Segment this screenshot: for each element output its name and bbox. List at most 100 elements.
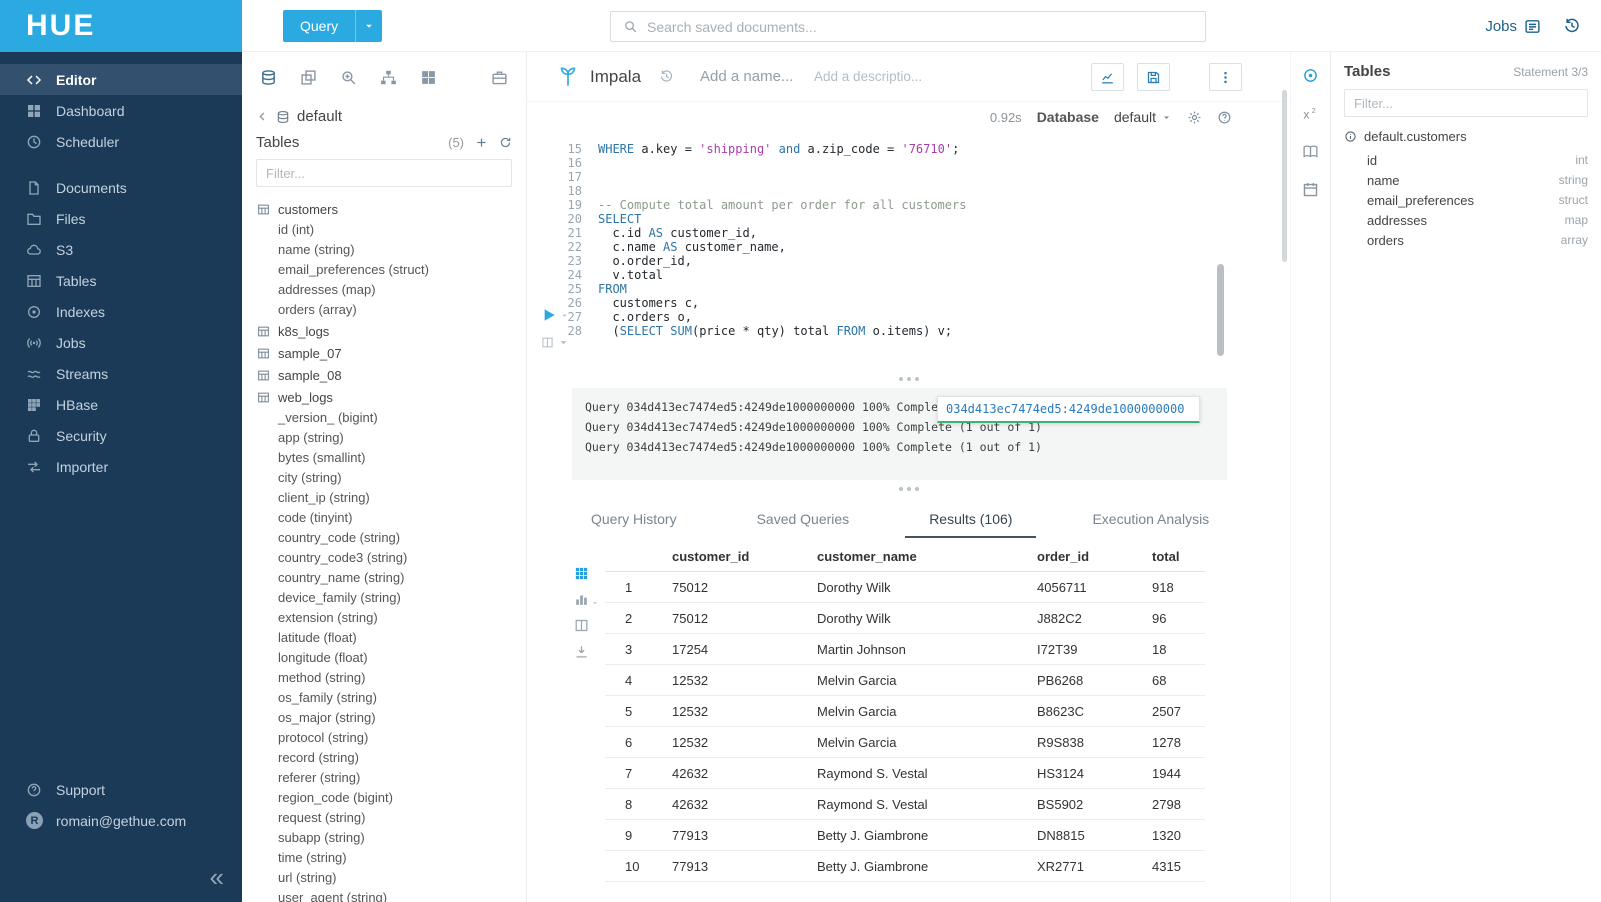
nav-item-security[interactable]: Security: [0, 420, 242, 451]
chart-view-button[interactable]: [574, 592, 599, 607]
assist-table-sample-07[interactable]: sample_07: [257, 342, 526, 364]
explain-format-button[interactable]: [541, 336, 570, 349]
more-actions-button[interactable]: [1209, 63, 1242, 91]
assist-column[interactable]: os_major (string): [257, 708, 526, 728]
right-column-row[interactable]: addressesmap: [1344, 210, 1588, 230]
right-column-row[interactable]: idint: [1344, 150, 1588, 170]
right-filter-input[interactable]: [1344, 89, 1588, 117]
tab-execution-analysis[interactable]: Execution Analysis: [1068, 511, 1233, 538]
results-header-cell[interactable]: order_id: [1025, 549, 1140, 564]
assist-column[interactable]: user_agent (string): [257, 888, 526, 902]
language-reference-icon[interactable]: [1302, 143, 1319, 160]
assist-column[interactable]: app (string): [257, 428, 526, 448]
assist-column[interactable]: orders (array): [257, 300, 526, 320]
nav-item-hbase[interactable]: HBase: [0, 389, 242, 420]
assist-column[interactable]: os_family (string): [257, 688, 526, 708]
assist-column[interactable]: addresses (map): [257, 280, 526, 300]
assist-column[interactable]: country_code3 (string): [257, 548, 526, 568]
assist-table-customers[interactable]: customers: [257, 198, 526, 220]
tab-query-history[interactable]: Query History: [567, 511, 701, 538]
query-description-input[interactable]: [814, 69, 932, 84]
jobs-link[interactable]: Jobs: [1485, 18, 1541, 35]
assist-column[interactable]: time (string): [257, 848, 526, 868]
settings-gear-icon[interactable]: [1187, 110, 1202, 125]
functions-icon[interactable]: x2: [1302, 105, 1319, 122]
query-id-popup[interactable]: 034d413ec7474ed5:4249de1000000000: [937, 396, 1200, 423]
assist-column[interactable]: name (string): [257, 240, 526, 260]
active-table-row[interactable]: default.customers: [1344, 125, 1588, 148]
chevron-left-icon[interactable]: [256, 110, 269, 123]
code-editor[interactable]: 1516171819202122232425262728 WHERE a.key…: [527, 134, 1290, 386]
download-button[interactable]: [574, 644, 599, 659]
briefcase-icon[interactable]: [491, 69, 508, 86]
apps-grid-icon[interactable]: [420, 69, 437, 86]
results-header-cell[interactable]: total: [1140, 549, 1205, 564]
assist-column[interactable]: record (string): [257, 748, 526, 768]
query-history-small-icon[interactable]: [659, 69, 674, 84]
caret-down-icon[interactable]: [560, 311, 569, 320]
assist-column[interactable]: country_code (string): [257, 528, 526, 548]
assist-column[interactable]: id (int): [257, 220, 526, 240]
resize-handle-bottom[interactable]: [527, 484, 1290, 494]
nav-item-files[interactable]: Files: [0, 203, 242, 234]
assist-column[interactable]: protocol (string): [257, 728, 526, 748]
schedule-icon[interactable]: [1302, 181, 1319, 198]
assist-filter-input[interactable]: [256, 159, 512, 187]
nav-item-user[interactable]: R romain@gethue.com: [0, 805, 242, 836]
refresh-icon[interactable]: [499, 136, 512, 149]
columns-view-button[interactable]: [574, 618, 599, 633]
assist-table-k8s-logs[interactable]: k8s_logs: [257, 320, 526, 342]
assist-column[interactable]: code (tinyint): [257, 508, 526, 528]
assist-column[interactable]: region_code (bigint): [257, 788, 526, 808]
assist-column[interactable]: client_ip (string): [257, 488, 526, 508]
assist-column[interactable]: country_name (string): [257, 568, 526, 588]
query-history-icon[interactable]: [1563, 17, 1581, 35]
hue-logo[interactable]: HUE: [0, 0, 242, 52]
new-query-button[interactable]: Query: [283, 10, 382, 42]
search-plus-icon[interactable]: [340, 69, 357, 86]
sitemap-icon[interactable]: [380, 69, 397, 86]
assist-column[interactable]: bytes (smallint): [257, 448, 526, 468]
nav-item-support[interactable]: Support: [0, 774, 242, 805]
nav-item-editor[interactable]: Editor: [0, 64, 242, 95]
assist-column[interactable]: request (string): [257, 808, 526, 828]
assist-table-web-logs[interactable]: web_logs: [257, 386, 526, 408]
nav-item-streams[interactable]: Streams: [0, 358, 242, 389]
tab-results-106[interactable]: Results (106): [905, 511, 1036, 538]
database-dropdown[interactable]: default: [1114, 109, 1172, 125]
nav-item-scheduler[interactable]: Scheduler: [0, 126, 242, 157]
databases-icon[interactable]: [260, 69, 277, 86]
engine-name[interactable]: Impala: [590, 67, 641, 87]
assist-column[interactable]: _version_ (bigint): [257, 408, 526, 428]
documents-copy-icon[interactable]: [300, 69, 317, 86]
right-column-row[interactable]: email_preferencesstruct: [1344, 190, 1588, 210]
assistant-target-icon[interactable]: [1302, 67, 1319, 84]
nav-item-dashboard[interactable]: Dashboard: [0, 95, 242, 126]
nav-item-documents[interactable]: Documents: [0, 172, 242, 203]
search-input[interactable]: [647, 19, 1193, 35]
help-icon[interactable]: [1217, 110, 1232, 125]
chart-button[interactable]: [1091, 63, 1124, 91]
run-query-button[interactable]: [541, 307, 569, 323]
resize-handle-top[interactable]: [527, 374, 1290, 384]
tab-saved-queries[interactable]: Saved Queries: [733, 511, 874, 538]
panel-scrollbar[interactable]: [1282, 90, 1287, 262]
breadcrumb-database[interactable]: default: [297, 108, 342, 125]
assist-column[interactable]: city (string): [257, 468, 526, 488]
query-type-dropdown[interactable]: [355, 10, 382, 42]
nav-item-tables[interactable]: Tables: [0, 265, 242, 296]
nav-item-indexes[interactable]: Indexes: [0, 296, 242, 327]
nav-item-s3[interactable]: S3: [0, 234, 242, 265]
nav-item-jobs[interactable]: Jobs: [0, 327, 242, 358]
results-header-cell[interactable]: customer_name: [805, 549, 1025, 564]
collapse-sidebar-button[interactable]: «: [210, 864, 224, 890]
assist-column[interactable]: device_family (string): [257, 588, 526, 608]
save-button[interactable]: [1137, 63, 1170, 91]
assist-column[interactable]: email_preferences (struct): [257, 260, 526, 280]
add-table-icon[interactable]: [475, 136, 488, 149]
results-header-cell[interactable]: customer_id: [660, 549, 805, 564]
grid-view-button[interactable]: [574, 566, 599, 581]
assist-column[interactable]: method (string): [257, 668, 526, 688]
right-column-row[interactable]: ordersarray: [1344, 230, 1588, 250]
assist-column[interactable]: latitude (float): [257, 628, 526, 648]
